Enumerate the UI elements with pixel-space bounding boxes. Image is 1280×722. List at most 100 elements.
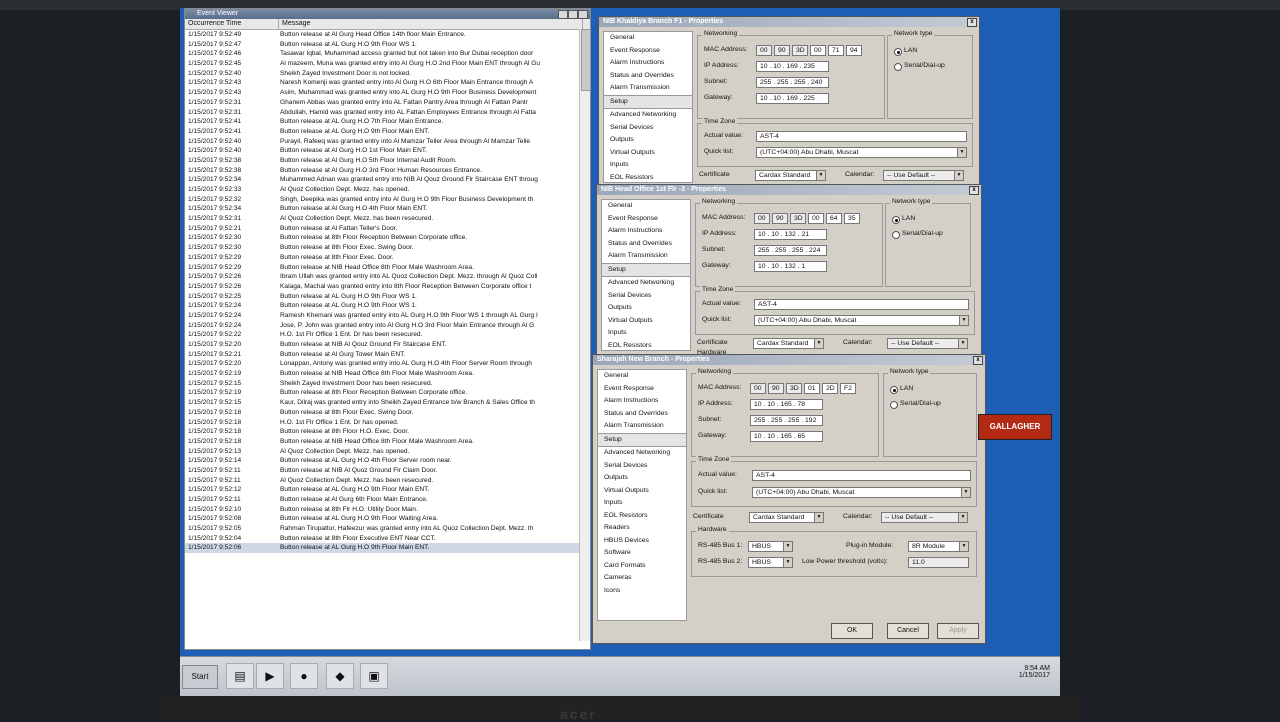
nav-eol-resistors[interactable]: EOL Resistors [604,172,692,183]
maximize-icon[interactable] [568,10,578,19]
event-list-scrollbar[interactable] [579,29,591,641]
event-row[interactable]: 1/15/2017 9:52:24 Ramesh Khemani was gran… [185,311,590,321]
nav-virtual-outputs[interactable]: Virtual Outputs [604,147,692,160]
mac-octet[interactable]: 00 [810,45,826,56]
nav-status-overrides[interactable]: Status and Overrides [598,408,686,421]
mac-octet[interactable]: 64 [826,213,842,224]
mac-octet[interactable]: 71 [828,45,844,56]
nav-hbus-devices[interactable]: HBUS Devices [598,535,686,548]
event-row[interactable]: 1/15/2017 9:52:12 Button release at AL Gu… [185,485,590,495]
quick-list-select[interactable]: (UTC+04:00) Abu Dhabi, Muscat ▼ [754,315,969,326]
event-row[interactable]: 1/15/2017 9:52:18 H.O. 1st Flr Office 1 E… [185,418,590,428]
nav-event-response[interactable]: Event Response [604,45,692,58]
event-row[interactable]: 1/15/2017 9:52:38 Button release at Al Gu… [185,156,590,166]
close-icon[interactable]: x [967,18,977,27]
gateway-field[interactable]: 10 . 10 . 165 . 65 [750,431,823,442]
nav-outputs[interactable]: Outputs [604,134,692,147]
calendar-select[interactable]: -- Use Default -- ▼ [887,338,968,349]
event-row[interactable]: 1/15/2017 9:52:31 Al Quoz Collection Dept… [185,214,590,224]
event-row[interactable]: 1/15/2017 9:52:24 Button release at AL Gu… [185,301,590,311]
event-row[interactable]: 1/15/2017 9:52:32 Singh, Deepika was gran… [185,195,590,205]
event-row[interactable]: 1/15/2017 9:52:29 Button release at 8th F… [185,253,590,263]
plugin-module-select[interactable]: 8R Module ▼ [908,541,969,552]
nav-setup[interactable]: Setup [598,432,686,447]
event-row[interactable]: 1/15/2017 9:52:11 Al Quoz Collection Dept… [185,476,590,486]
nav-software[interactable]: Software [598,547,686,560]
event-row[interactable]: 1/15/2017 9:52:15 Kaur, Dilraj was grante… [185,398,590,408]
mac-octet[interactable]: 94 [846,45,862,56]
actual-value-field[interactable]: AST-4 [756,131,967,142]
folder-icon[interactable]: ▤ [226,663,254,689]
gateway-field[interactable]: 10 . 10 . 169 . 225 [756,93,829,104]
certificate-select[interactable]: Cardax Standard ▼ [749,512,824,523]
quick-list-select[interactable]: (UTC+04:00) Abu Dhabi, Muscat ▼ [752,487,971,498]
event-row[interactable]: 1/15/2017 9:52:26 Kalaga, Machal was gran… [185,282,590,292]
nav-serial-devices[interactable]: Serial Devices [604,122,692,135]
event-row[interactable]: 1/15/2017 9:52:14 Button release at AL Gu… [185,456,590,466]
event-row[interactable]: 1/15/2017 9:52:43 Asim, Muhammad was gran… [185,88,590,98]
event-row[interactable]: 1/15/2017 9:52:05 Rahman Tirupattur, Hafe… [185,524,590,534]
nav-alarm-instructions[interactable]: Alarm Instructions [602,225,690,238]
nav-readers[interactable]: Readers [598,522,686,535]
event-row[interactable]: 1/15/2017 9:52:33 Al Quoz Collection Dept… [185,185,590,195]
start-button[interactable]: Start [182,665,218,689]
event-row[interactable]: 1/15/2017 9:52:15 Sheikh Zayed Investment… [185,379,590,389]
ip-address-field[interactable]: 10 . 10 . 169 . 235 [756,61,829,72]
low-power-spinner[interactable]: 11.0 [908,557,969,568]
nav-setup[interactable]: Setup [602,262,690,277]
nav-general[interactable]: General [602,200,690,213]
event-row[interactable]: 1/15/2017 9:52:04 Button release at 8th F… [185,534,590,544]
nav-virtual-outputs[interactable]: Virtual Outputs [602,315,690,328]
mac-octet[interactable]: 01 [804,383,820,394]
nav-serial-devices[interactable]: Serial Devices [598,460,686,473]
event-row[interactable]: 1/15/2017 9:52:19 Button release at NIB H… [185,369,590,379]
nav-advanced-networking[interactable]: Advanced Networking [604,109,692,122]
event-row[interactable]: 1/15/2017 9:52:29 Button release at NIB H… [185,263,590,273]
nav-general[interactable]: General [604,32,692,45]
event-row[interactable]: 1/15/2017 9:52:20 Button release at NIB A… [185,340,590,350]
event-row[interactable]: 1/15/2017 9:52:38 Button release at Al Gu… [185,166,590,176]
event-row[interactable]: 1/15/2017 9:52:11 Button release at NIB A… [185,466,590,476]
event-row[interactable]: 1/15/2017 9:52:13 Al Quoz Collection Dept… [185,447,590,457]
media-player-icon[interactable]: ▶ [256,663,284,689]
subnet-field[interactable]: 255 . 255 . 255 . 192 [750,415,823,426]
app-icon[interactable]: ◆ [326,663,354,689]
nav-alarm-instructions[interactable]: Alarm Instructions [604,57,692,70]
nav-status-overrides[interactable]: Status and Overrides [602,238,690,251]
apply-button[interactable]: Apply [937,623,979,639]
event-row[interactable]: 1/15/2017 9:52:49 Button release at Al Gu… [185,30,590,40]
event-row[interactable]: 1/15/2017 9:52:43 Naresh Komenji was gran… [185,78,590,88]
nav-outputs[interactable]: Outputs [602,302,690,315]
event-row[interactable]: 1/15/2017 9:52:31 Ghanem Abbas was grante… [185,98,590,108]
calendar-select[interactable]: -- Use Default -- ▼ [883,170,964,181]
nav-general[interactable]: General [598,370,686,383]
event-row[interactable]: 1/15/2017 9:52:40 Purayil, Rafeeq was gra… [185,137,590,147]
gateway-field[interactable]: 10 . 10 . 132 . 1 [754,261,827,272]
ip-address-field[interactable]: 10 . 10 . 132 . 21 [754,229,827,240]
rs485-bus2-select[interactable]: HBUS ▼ [748,557,793,568]
event-row[interactable]: 1/15/2017 9:52:40 Button release at Al Gu… [185,146,590,156]
nav-advanced-networking[interactable]: Advanced Networking [598,447,686,460]
col-message[interactable]: Message [279,19,583,29]
event-row[interactable]: 1/15/2017 9:52:22 H.O. 1st Flr Office 1 E… [185,330,590,340]
event-row[interactable]: 1/15/2017 9:52:47 Button release at AL Gu… [185,40,590,50]
certificate-select[interactable]: Cardax Standard ▼ [755,170,826,181]
firefox-icon[interactable]: ● [290,663,318,689]
nav-alarm-transmission[interactable]: Alarm Transmission [598,420,686,433]
nav-alarm-transmission[interactable]: Alarm Transmission [604,82,692,95]
nav-eol-resistors[interactable]: EOL Resistors [598,510,686,523]
nav-advanced-networking[interactable]: Advanced Networking [602,277,690,290]
event-row[interactable]: 1/15/2017 9:52:18 Button release at NIB H… [185,437,590,447]
lan-radio[interactable] [894,48,902,56]
event-row[interactable]: 1/15/2017 9:52:41 Button release at AL Gu… [185,127,590,137]
mac-octet[interactable]: 35 [844,213,860,224]
rs485-bus1-select[interactable]: HBUS ▼ [748,541,793,552]
event-row[interactable]: 1/15/2017 9:52:06 Button release at AL Gu… [185,543,590,554]
lan-radio[interactable] [892,216,900,224]
event-row[interactable]: 1/15/2017 9:52:21 Button release at Al Gu… [185,350,590,360]
command-prompt-icon[interactable]: ▣ [360,663,388,689]
event-row[interactable]: 1/15/2017 9:52:34 Muhammed Adnan was gran… [185,175,590,185]
mac-octet[interactable]: 00 [808,213,824,224]
system-clock[interactable]: 9:54 AM 1/15/2017 [1019,665,1050,679]
event-row[interactable]: 1/15/2017 9:52:34 Button release at Al Gu… [185,204,590,214]
